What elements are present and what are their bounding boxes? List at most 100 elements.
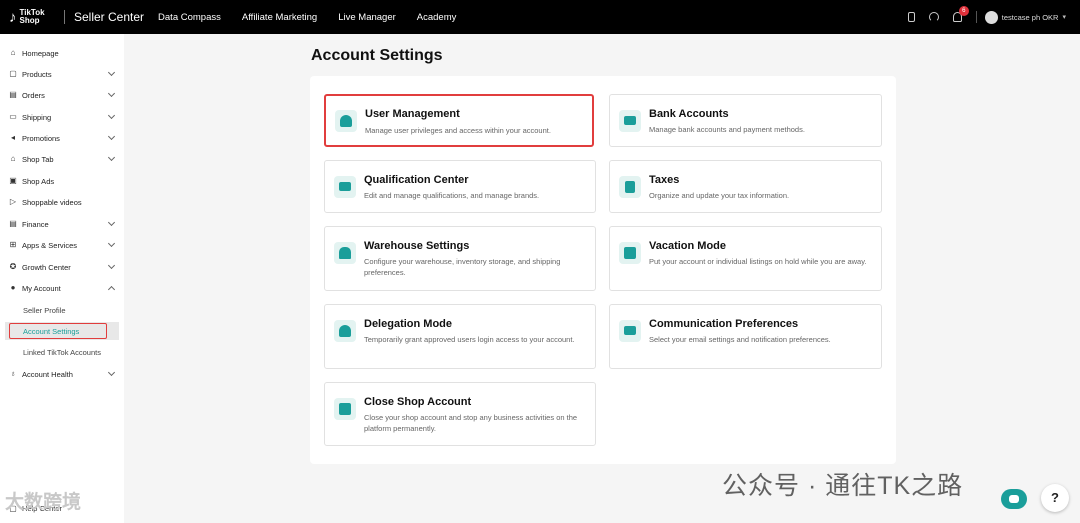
card-bank-accounts[interactable]: Bank Accounts Manage bank accounts and p… <box>609 94 882 147</box>
sidebar-item-finance[interactable]: ▤ Finance <box>0 215 124 233</box>
card-desc: Put your account or individual listings … <box>649 257 867 266</box>
chevron-down-icon <box>107 111 116 120</box>
brand-title[interactable]: Seller Center <box>74 10 144 24</box>
card-qualification-center[interactable]: Qualification Center Edit and manage qua… <box>324 160 596 213</box>
sidebar-item-my-account[interactable]: ● My Account <box>0 279 124 297</box>
sidebar-item-apps-services[interactable]: ⊞ Apps & Services <box>0 236 124 254</box>
card-title: Communication Preferences <box>649 318 799 330</box>
card-vacation-mode[interactable]: Vacation Mode Put your account or indivi… <box>609 226 882 291</box>
settings-panel: User Management Manage user privileges a… <box>310 76 896 464</box>
sidebar-item-promotions[interactable]: ◂ Promotions <box>0 129 124 147</box>
sidebar-subitem-linked-tiktok-accounts[interactable]: Linked TikTok Accounts <box>0 343 124 361</box>
card-desc: Organize and update your tax information… <box>649 191 790 200</box>
chevron-down-icon <box>107 68 116 77</box>
chevron-down-icon <box>107 218 116 227</box>
sidebar-item-label: Seller Profile <box>23 305 66 315</box>
sidebar-item-label: Apps & Services <box>22 240 78 250</box>
card-desc: Manage user privileges and access within… <box>365 126 551 135</box>
sidebar-item-label: Homepage <box>22 48 59 58</box>
id-card-icon <box>334 176 356 198</box>
trophy-icon: ♁ <box>10 369 16 378</box>
sidebar-item-products[interactable]: ▢ Products <box>0 65 124 83</box>
warehouse-icon <box>334 242 356 264</box>
sidebar-subitem-account-settings[interactable]: Account Settings <box>5 322 119 340</box>
headset-icon[interactable] <box>928 12 939 22</box>
top-bar: ♪ TikTok Shop Seller Center Data Compass … <box>0 0 1080 34</box>
chevron-up-icon <box>107 285 116 294</box>
card-close-shop-account[interactable]: Close Shop Account Close your shop accou… <box>324 382 596 446</box>
ads-icon: ▣ <box>9 176 17 185</box>
sidebar-item-homepage[interactable]: ⌂ Homepage <box>0 44 124 62</box>
avatar[interactable] <box>984 10 998 24</box>
user-check-icon <box>334 320 356 342</box>
sidebar-item-shop-ads[interactable]: ▣ Shop Ads <box>0 172 124 190</box>
chat-button[interactable] <box>1001 489 1027 509</box>
chevron-down-icon <box>107 153 116 162</box>
card-title: Bank Accounts <box>649 108 729 120</box>
chevron-down-icon <box>107 368 116 377</box>
chevron-down-icon <box>107 132 116 141</box>
corner-watermark-logo: 大数跨境 <box>5 492 82 513</box>
sidebar-item-account-health[interactable]: ♁ Account Health <box>0 365 124 383</box>
chevron-down-icon[interactable]: ▾ <box>1062 13 1066 21</box>
card-communication-preferences[interactable]: Communication Preferences Select your em… <box>609 304 882 369</box>
sidebar-item-shop-tab[interactable]: ⌂ Shop Tab <box>0 150 124 168</box>
user-name[interactable]: testcase ph OKR <box>1002 13 1059 22</box>
chevron-down-icon <box>107 89 116 98</box>
card-title: Qualification Center <box>364 174 469 186</box>
growth-icon: ✪ <box>9 262 17 271</box>
bell-icon[interactable]: 6 <box>952 6 969 22</box>
megaphone-icon: ◂ <box>10 133 15 142</box>
sidebar: ⌂ Homepage ▢ Products ▤ Orders ▭ Shipping ◂ P… <box>0 34 124 523</box>
nav-data-compass[interactable]: Data Compass <box>158 12 221 23</box>
finance-icon: ▤ <box>9 219 17 228</box>
apps-icon: ⊞ <box>9 240 17 249</box>
sidebar-item-shoppable-videos[interactable]: ▷ Shoppable videos <box>0 193 124 211</box>
user-icon <box>335 110 357 132</box>
nav-academy[interactable]: Academy <box>417 12 457 23</box>
store-close-icon <box>334 398 356 420</box>
tiktok-logo-icon: ♪ <box>9 8 17 26</box>
chat-icon <box>1009 495 1019 503</box>
sidebar-item-label: Orders <box>22 90 45 100</box>
chevron-down-icon <box>107 261 116 270</box>
card-warehouse-settings[interactable]: Warehouse Settings Configure your wareho… <box>324 226 596 291</box>
sidebar-subitem-seller-profile[interactable]: Seller Profile <box>0 301 124 319</box>
card-title: Delegation Mode <box>364 318 453 330</box>
card-desc: Edit and manage qualifications, and mana… <box>364 191 540 200</box>
card-delegation-mode[interactable]: Delegation Mode Temporarily grant approv… <box>324 304 596 369</box>
logo-line-2: Shop <box>19 16 40 25</box>
nav-affiliate-marketing[interactable]: Affiliate Marketing <box>242 12 317 23</box>
card-desc: Configure your warehouse, inventory stor… <box>364 257 561 277</box>
card-user-management[interactable]: User Management Manage user privileges a… <box>324 94 594 147</box>
tiktok-shop-logo[interactable]: ♪ TikTok Shop <box>9 9 61 26</box>
shop-icon: ⌂ <box>10 154 16 163</box>
card-taxes[interactable]: Taxes Organize and update your tax infor… <box>609 160 882 213</box>
card-desc: Close your shop account and stop any bus… <box>364 413 578 433</box>
sidebar-item-label: Shoppable videos <box>22 197 82 207</box>
card-title: Taxes <box>649 174 680 186</box>
card-title: Close Shop Account <box>364 396 472 408</box>
top-right-controls: 6 testcase ph OKR ▾ <box>907 0 1080 34</box>
page-title: Account Settings <box>311 47 443 64</box>
orders-icon: ▤ <box>9 90 17 99</box>
sidebar-item-label: Growth Center <box>22 262 71 272</box>
sidebar-item-label: Shop Tab <box>22 154 54 164</box>
card-title: Warehouse Settings <box>364 240 470 252</box>
user-icon: ● <box>10 283 16 292</box>
divider <box>975 11 977 23</box>
sidebar-item-shipping[interactable]: ▭ Shipping <box>0 108 124 126</box>
sidebar-item-label: Account Health <box>22 369 73 379</box>
calendar-clock-icon <box>619 242 641 264</box>
sidebar-item-growth-center[interactable]: ✪ Growth Center <box>0 258 124 276</box>
nav-live-manager[interactable]: Live Manager <box>338 12 396 23</box>
phone-icon[interactable] <box>907 12 915 22</box>
card-icon <box>619 110 641 132</box>
sidebar-item-orders[interactable]: ▤ Orders <box>0 86 124 104</box>
home-icon: ⌂ <box>10 48 16 57</box>
watermark-text: 公众号 · 通往TK之路 <box>722 472 964 500</box>
help-button[interactable]: ? <box>1041 484 1069 512</box>
sidebar-item-label: My Account <box>22 283 61 293</box>
divider <box>64 10 65 24</box>
sidebar-item-label: Products <box>22 69 52 79</box>
